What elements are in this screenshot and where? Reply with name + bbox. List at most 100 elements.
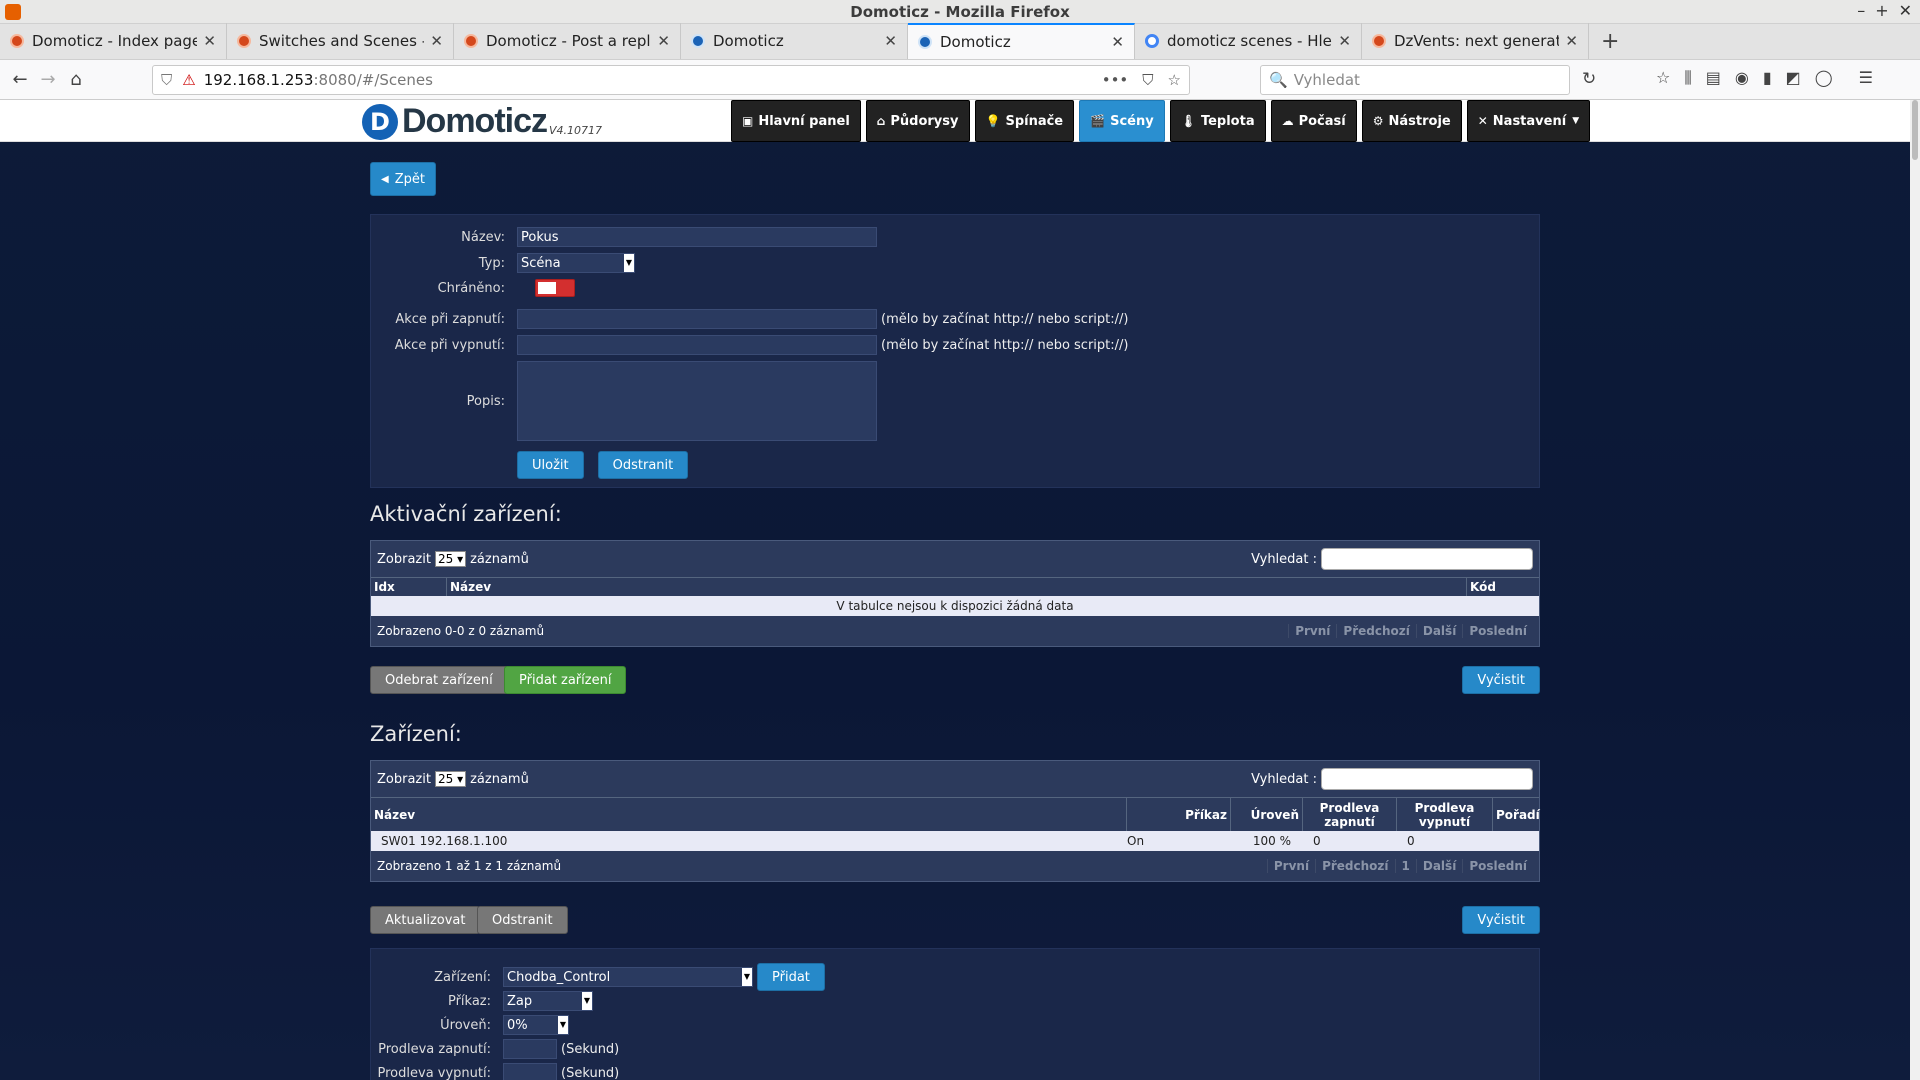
pager-prev[interactable]: Předchozí xyxy=(1336,624,1415,638)
protected-toggle[interactable] xyxy=(535,279,575,297)
search-input[interactable]: 🔍 Vyhledat xyxy=(1260,65,1570,95)
shield-icon[interactable]: ⛉ xyxy=(161,71,172,89)
library-icon[interactable]: ⫼ xyxy=(1684,68,1691,88)
col-name[interactable]: Název xyxy=(371,798,1127,831)
tab-4[interactable]: Domoticz ✕ xyxy=(908,23,1135,59)
tab-0[interactable]: Domoticz - Index page ✕ xyxy=(0,23,227,59)
col-off-delay[interactable]: Prodleva vypnutí xyxy=(1397,798,1493,831)
tab-1[interactable]: Switches and Scenes - D ✕ xyxy=(227,23,454,59)
page-size-select[interactable]: 25 ▾ xyxy=(434,551,467,567)
command-select[interactable]: Zap ▼ xyxy=(503,991,593,1011)
sidebar-icon[interactable]: ▤ xyxy=(1706,68,1721,88)
level-select[interactable]: 0% ▼ xyxy=(503,1015,569,1035)
close-tab-icon[interactable]: ✕ xyxy=(884,32,897,50)
pager-first[interactable]: První xyxy=(1288,624,1336,638)
clear-activation-button[interactable]: Vyčistit xyxy=(1462,666,1540,694)
close-tab-icon[interactable]: ✕ xyxy=(1338,32,1351,50)
scrollbar-thumb[interactable] xyxy=(1912,100,1918,160)
records-label: záznamů xyxy=(470,771,529,787)
url-bar[interactable]: ⛉ ⚠ 192.168.1.253:8080/#/Scenes ••• ⛉ ☆ xyxy=(152,65,1190,95)
extension3-icon[interactable]: ◩ xyxy=(1786,68,1801,88)
delete-scene-button[interactable]: Odstranit xyxy=(597,451,689,479)
delete-device-button[interactable]: Odstranit xyxy=(477,906,568,934)
extension-icon[interactable]: ◉ xyxy=(1735,68,1749,88)
nav-temperature[interactable]: 🌡 Teplota xyxy=(1169,100,1266,142)
name-field[interactable]: Pokus xyxy=(517,227,877,247)
account-icon[interactable]: ◯ xyxy=(1815,68,1833,88)
pocket-icon[interactable]: ⛉ xyxy=(1142,71,1153,89)
col-order[interactable]: Pořadí xyxy=(1493,798,1540,831)
close-tab-icon[interactable]: ✕ xyxy=(1565,32,1578,50)
back-arrow-icon[interactable]: ← xyxy=(6,69,34,90)
remove-device-button[interactable]: Odebrat zařízení xyxy=(370,666,508,694)
nav-utility[interactable]: ⚙ Nástroje xyxy=(1361,100,1462,142)
off-action-field[interactable] xyxy=(517,335,877,355)
table-search-input[interactable] xyxy=(1321,768,1533,790)
nav-floorplans[interactable]: ⌂ Půdorysy xyxy=(865,100,970,142)
pager-page-1[interactable]: 1 xyxy=(1394,859,1416,873)
pager-last[interactable]: Poslední xyxy=(1462,859,1533,873)
page-actions-icon[interactable]: ••• xyxy=(1102,71,1129,89)
bookmark-star-icon[interactable]: ☆ xyxy=(1168,71,1181,89)
add-device-button[interactable]: Přidat zařízení xyxy=(504,666,627,694)
col-name[interactable]: Název xyxy=(447,578,1467,596)
tab-3[interactable]: Domoticz ✕ xyxy=(681,23,908,59)
forward-arrow-icon[interactable]: → xyxy=(34,69,62,90)
table-row[interactable]: SW01 192.168.1.100 On 100 % 0 0 xyxy=(371,831,1539,851)
minimize-icon[interactable]: – xyxy=(1857,1,1865,20)
on-action-field[interactable] xyxy=(517,309,877,329)
nav-scenes[interactable]: 🎬 Scény xyxy=(1079,100,1165,142)
maximize-icon[interactable]: + xyxy=(1875,1,1888,20)
pager-first[interactable]: První xyxy=(1266,859,1315,873)
table-search-label: Vyhledat : xyxy=(1251,551,1317,567)
back-button[interactable]: ◀ Zpět xyxy=(370,162,436,196)
on-delay-field[interactable] xyxy=(503,1039,557,1059)
dropdown-arrow-icon: ▼ xyxy=(742,968,752,986)
clear-devices-button[interactable]: Vyčistit xyxy=(1462,906,1540,934)
tab-5[interactable]: domoticz scenes - Hleda ✕ xyxy=(1135,23,1362,59)
new-tab-icon[interactable]: + xyxy=(1589,29,1631,54)
close-tab-icon[interactable]: ✕ xyxy=(1111,33,1124,51)
downloads-icon[interactable]: ☆ xyxy=(1656,68,1670,88)
nav-label: Hlavní panel xyxy=(758,113,850,129)
page-size-select[interactable]: 25 ▾ xyxy=(434,771,467,787)
table-search-input[interactable] xyxy=(1321,548,1533,570)
extension2-icon[interactable]: ▮ xyxy=(1763,68,1772,88)
nav-switches[interactable]: 💡 Spínače xyxy=(974,100,1075,142)
col-level[interactable]: Úroveň xyxy=(1231,798,1303,831)
col-code[interactable]: Kód xyxy=(1467,578,1539,596)
nav-setup[interactable]: ✕ Nastavení ▼ xyxy=(1466,100,1591,142)
domoticz-logo[interactable]: D Domoticz V4.10717 xyxy=(362,102,602,141)
off-delay-field[interactable] xyxy=(503,1063,557,1080)
insecure-lock-icon[interactable]: ⚠ xyxy=(182,71,195,89)
page-size-value: 25 xyxy=(437,552,454,566)
type-select[interactable]: Scéna ▼ xyxy=(517,253,635,273)
pager-prev[interactable]: Předchozí xyxy=(1315,859,1394,873)
page-scrollbar[interactable] xyxy=(1910,100,1920,1080)
save-button[interactable]: Uložit xyxy=(517,451,584,479)
device-select[interactable]: Chodba_Control ▼ xyxy=(503,967,753,987)
tab-6[interactable]: DzVents: next generatio ✕ xyxy=(1362,23,1589,59)
col-idx[interactable]: Idx xyxy=(371,578,447,596)
pager-next[interactable]: Další xyxy=(1415,859,1462,873)
reload-icon[interactable]: ↻ xyxy=(1582,69,1596,89)
level-value: 0% xyxy=(507,1017,528,1033)
close-tab-icon[interactable]: ✕ xyxy=(203,32,216,50)
close-window-icon[interactable]: ✕ xyxy=(1899,1,1912,20)
nav-dashboard[interactable]: ▣ Hlavní panel xyxy=(731,100,861,142)
domoticz-favicon-icon xyxy=(918,35,932,49)
close-tab-icon[interactable]: ✕ xyxy=(657,32,670,50)
col-on-delay[interactable]: Prodleva zapnutí xyxy=(1303,798,1397,831)
home-icon[interactable]: ⌂ xyxy=(62,69,90,90)
update-button[interactable]: Aktualizovat xyxy=(370,906,481,934)
description-textarea[interactable] xyxy=(517,361,877,441)
window-title: Domoticz - Mozilla Firefox xyxy=(850,3,1070,21)
nav-weather[interactable]: ☁ Počasí xyxy=(1270,100,1357,142)
col-command[interactable]: Příkaz xyxy=(1127,798,1231,831)
close-tab-icon[interactable]: ✕ xyxy=(430,32,443,50)
add-button[interactable]: Přidat xyxy=(757,963,825,991)
menu-icon[interactable]: ☰ xyxy=(1859,68,1873,88)
pager-last[interactable]: Poslední xyxy=(1462,624,1533,638)
pager-next[interactable]: Další xyxy=(1415,624,1462,638)
tab-2[interactable]: Domoticz - Post a reply ✕ xyxy=(454,23,681,59)
